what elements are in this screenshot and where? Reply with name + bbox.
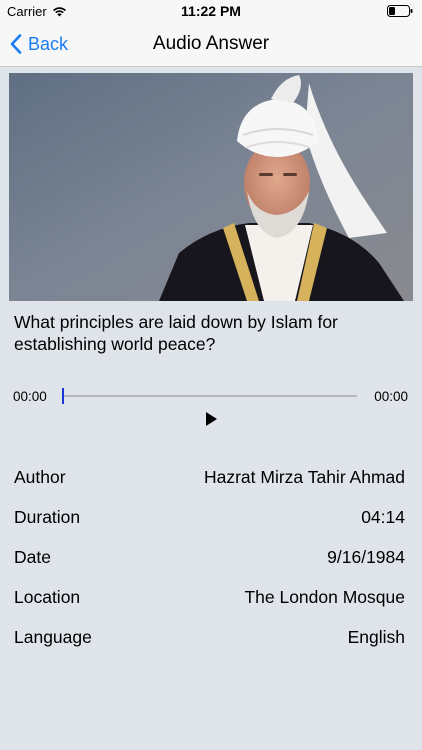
total-time: 00:00 — [374, 389, 408, 404]
play-button[interactable] — [202, 410, 220, 428]
detail-label: Language — [14, 627, 92, 647]
details-list: Author Hazrat Mirza Tahir Ahmad Duration… — [14, 462, 405, 662]
detail-label: Date — [14, 547, 51, 567]
speaker-photo — [9, 73, 413, 301]
detail-row-date: Date 9/16/1984 — [14, 542, 405, 582]
detail-row-duration: Duration 04:14 — [14, 502, 405, 542]
detail-value: English — [347, 627, 405, 647]
status-bar: Carrier 11:22 PM — [0, 0, 422, 22]
nav-bar: Back Audio Answer — [0, 22, 422, 67]
status-time: 11:22 PM — [181, 3, 241, 19]
detail-label: Location — [14, 587, 81, 607]
question-text: What principles are laid down by Islam f… — [14, 312, 338, 354]
progress-thumb[interactable] — [62, 388, 64, 404]
detail-row-location: Location The London Mosque — [14, 582, 405, 622]
detail-value: 9/16/1984 — [327, 547, 405, 567]
detail-label: Author — [14, 467, 66, 487]
play-icon — [206, 412, 217, 426]
battery-icon — [387, 5, 413, 17]
detail-value: 04:14 — [361, 507, 405, 527]
detail-row-language: Language English — [14, 622, 405, 662]
progress-slider[interactable] — [62, 395, 357, 397]
current-time: 00:00 — [13, 389, 47, 404]
detail-label: Duration — [14, 507, 81, 527]
page-title: Audio Answer — [152, 33, 270, 54]
detail-value: The London Mosque — [244, 587, 405, 607]
detail-value: Hazrat Mirza Tahir Ahmad — [203, 467, 405, 487]
detail-row-author: Author Hazrat Mirza Tahir Ahmad — [14, 462, 405, 502]
